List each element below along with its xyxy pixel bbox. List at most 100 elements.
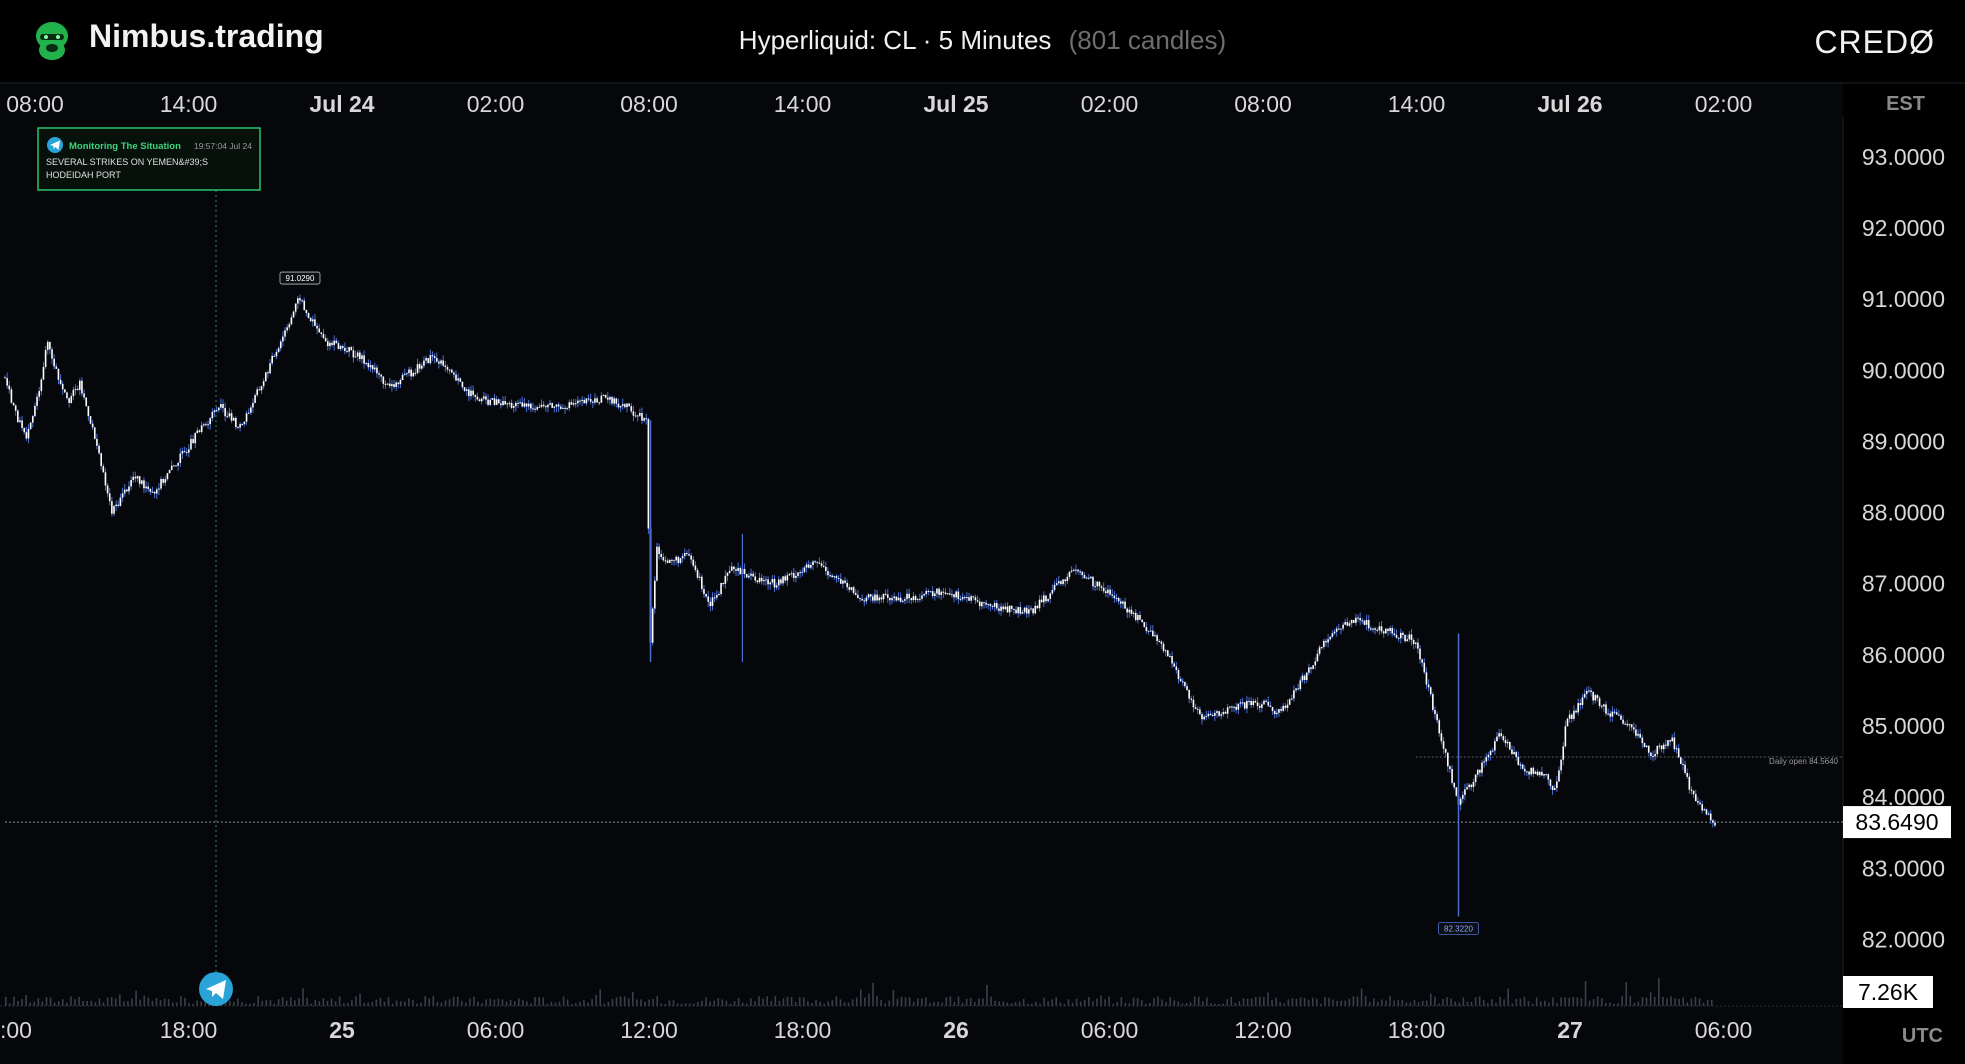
price-chart[interactable]: 08:00 14:00 Jul 24 02:00 08:00 14:00 Jul 25 02:… — [0, 82, 1965, 1064]
telegram-event-icon[interactable] — [199, 972, 233, 1006]
candle-body — [662, 556, 665, 561]
top-axis-tick-label: Jul 24 — [309, 91, 374, 117]
volume-bar — [404, 1001, 406, 1006]
volume-bar — [1206, 997, 1208, 1006]
volume-bar — [1491, 999, 1493, 1006]
volume-bar — [1601, 998, 1603, 1006]
candle-body — [839, 578, 842, 584]
candle-body — [232, 417, 235, 421]
candle-body — [715, 594, 718, 598]
candle-body — [1372, 628, 1374, 630]
candle-body — [807, 564, 810, 568]
candle-body — [1579, 703, 1582, 706]
candle-body — [978, 601, 981, 607]
candle-body — [972, 596, 975, 598]
news-annotation-card[interactable]: Monitoring The Situation 19:57:04 Jul 24… — [37, 127, 261, 191]
candle-body — [538, 406, 541, 408]
volume-bar — [1527, 1000, 1530, 1006]
candle-body — [209, 418, 211, 425]
volume-bar — [285, 1000, 288, 1006]
candle-body — [1318, 647, 1321, 654]
candle-body — [14, 405, 17, 411]
candle-body — [1588, 690, 1590, 692]
candle-body — [654, 580, 656, 609]
candle-body — [1643, 743, 1646, 747]
volume-bar — [790, 996, 793, 1006]
volume-bar — [1425, 1000, 1428, 1006]
candle-body — [83, 393, 85, 398]
volume-bar — [1197, 996, 1200, 1006]
volume-bar — [1393, 1000, 1395, 1006]
candle-body — [406, 373, 408, 375]
candle-body — [264, 372, 267, 382]
volume-bar — [1043, 997, 1045, 1006]
volume-bar — [66, 1002, 68, 1006]
volume-bar — [1344, 1000, 1347, 1006]
candle-body — [470, 390, 472, 397]
candle-body — [1464, 789, 1466, 795]
candle-body — [974, 597, 977, 601]
candle-body — [1472, 781, 1475, 787]
candle-body — [506, 403, 509, 405]
volume-bar — [1356, 996, 1359, 1006]
candle-body — [1425, 672, 1428, 685]
volume-bar — [1446, 997, 1448, 1006]
volume-bar — [86, 1000, 89, 1006]
volume-bar — [1299, 997, 1302, 1006]
candle-body — [1030, 608, 1032, 610]
volume-bar — [1548, 1002, 1550, 1006]
candle-body — [801, 571, 804, 573]
candle-body — [1523, 768, 1526, 772]
volume-bar — [652, 998, 654, 1006]
candle-body — [478, 399, 481, 402]
volume-bar — [900, 996, 903, 1006]
top-axis-tick-label: 02:00 — [467, 91, 525, 117]
candle-body — [1438, 720, 1441, 734]
volume-bar — [375, 999, 378, 1006]
volume-bar — [632, 991, 634, 1006]
volume-bar — [1596, 996, 1599, 1006]
volume-bar — [1067, 999, 1070, 1006]
candle-body — [1605, 704, 1607, 714]
volume-bar — [1588, 1000, 1591, 1006]
candle-body — [446, 366, 449, 370]
candle-body — [138, 476, 141, 484]
volume-bar — [627, 998, 630, 1006]
candle-body — [763, 580, 765, 582]
candle-body — [686, 553, 688, 555]
bottom-axis-tick-label: 12:00 — [620, 1017, 678, 1043]
candle-body — [198, 430, 201, 432]
candle-body — [1034, 605, 1037, 614]
volume-bar — [1470, 1001, 1473, 1006]
candle-body — [282, 336, 284, 342]
volume-bar — [941, 1002, 944, 1006]
candle-body — [1002, 606, 1005, 610]
volume-bar — [123, 1001, 125, 1006]
volume-bar — [151, 1000, 154, 1006]
volume-bar — [485, 999, 488, 1006]
candle-body — [1714, 822, 1716, 826]
candle-body — [98, 445, 100, 454]
volume-bar — [379, 997, 382, 1006]
candle-body — [1162, 643, 1165, 651]
candle-body — [1609, 713, 1612, 717]
candle-body — [1538, 771, 1541, 776]
candle-body — [1010, 605, 1013, 609]
volume-bar — [147, 997, 150, 1006]
candle-body — [453, 372, 455, 375]
volume-bar — [1450, 998, 1452, 1006]
candle-body — [1573, 710, 1575, 719]
candle-body — [923, 594, 925, 596]
candle-body — [1530, 767, 1532, 775]
candle-body — [128, 486, 130, 492]
volume-bar — [855, 997, 858, 1006]
volume-bar — [41, 1001, 44, 1006]
volume-bar — [237, 998, 239, 1006]
candle-body — [797, 572, 799, 576]
candle-body — [1688, 776, 1691, 790]
volume-bar — [998, 1001, 1001, 1006]
volume-bar — [424, 996, 426, 1006]
candle-body — [23, 427, 26, 433]
volume-bar — [513, 1001, 516, 1006]
chart-title[interactable]: Hyperliquid: CL · 5 Minutes — [739, 25, 1052, 55]
